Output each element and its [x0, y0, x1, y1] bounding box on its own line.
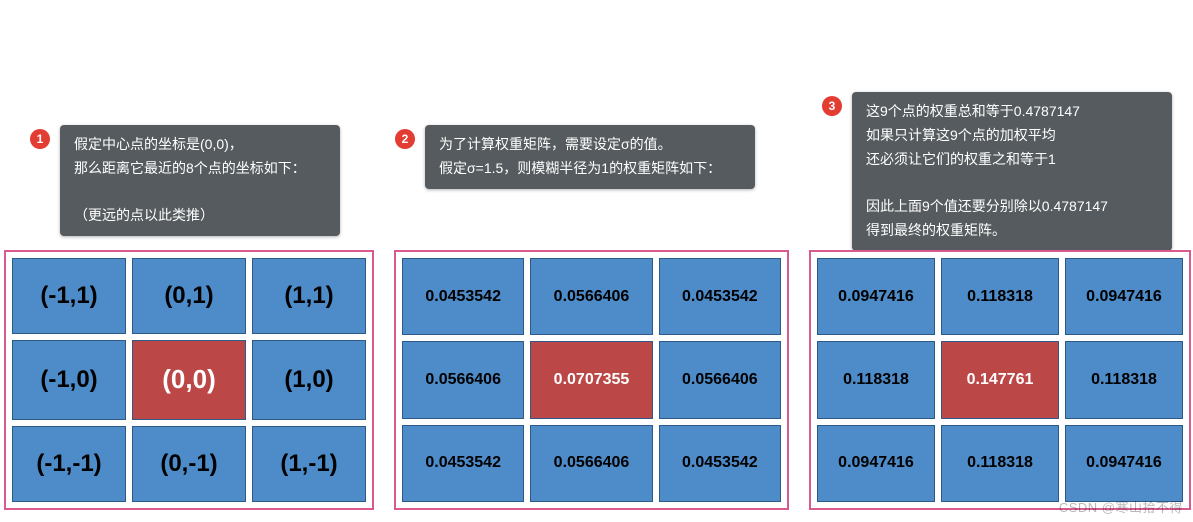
- cell: 0.118318: [817, 341, 935, 418]
- cell: 0.0566406: [530, 258, 652, 335]
- cell: 0.0453542: [659, 425, 781, 502]
- cell: 0.0947416: [817, 425, 935, 502]
- badge-1: 1: [30, 129, 50, 149]
- badge-2: 2: [395, 129, 415, 149]
- grid-weights-normalized: 0.0947416 0.118318 0.0947416 0.118318 0.…: [809, 250, 1191, 510]
- cell: (-1,0): [12, 340, 126, 419]
- cell: 0.0566406: [402, 341, 524, 418]
- cell-center: 0.0707355: [530, 341, 652, 418]
- callout-3: 3 这9个点的权重总和等于0.4787147 如果只计算这9个点的加权平均 还必…: [822, 92, 1172, 251]
- cell: 0.118318: [941, 425, 1059, 502]
- cell: 0.0947416: [1065, 258, 1183, 335]
- cell: 0.0453542: [659, 258, 781, 335]
- cell: (-1,-1): [12, 426, 126, 502]
- cell-center: (0,0): [132, 340, 246, 419]
- callout-row: 1 假定中心点的坐标是(0,0)， 那么距离它最近的8个点的坐标如下： （更远的…: [0, 0, 1193, 240]
- callout-1-text: 假定中心点的坐标是(0,0)， 那么距离它最近的8个点的坐标如下： （更远的点以…: [60, 125, 340, 236]
- watermark: CSDN @寒山拾不得: [1059, 497, 1183, 516]
- cell: 0.0947416: [817, 258, 935, 335]
- cell: 0.118318: [941, 258, 1059, 335]
- cell: 0.0453542: [402, 258, 524, 335]
- callout-1: 1 假定中心点的坐标是(0,0)， 那么距离它最近的8个点的坐标如下： （更远的…: [30, 125, 340, 236]
- cell: 0.0453542: [402, 425, 524, 502]
- cell: 0.0566406: [530, 425, 652, 502]
- cell: 0.118318: [1065, 341, 1183, 418]
- cell: (-1,1): [12, 258, 126, 334]
- grid-coordinates: (-1,1) (0,1) (1,1) (-1,0) (0,0) (1,0) (-…: [4, 250, 374, 510]
- callout-2-text: 为了计算权重矩阵，需要设定σ的值。 假定σ=1.5，则模糊半径为1的权重矩阵如下…: [425, 125, 755, 189]
- callout-3-text: 这9个点的权重总和等于0.4787147 如果只计算这9个点的加权平均 还必须让…: [852, 92, 1172, 251]
- cell: (1,-1): [252, 426, 366, 502]
- grid-weights-raw: 0.0453542 0.0566406 0.0453542 0.0566406 …: [394, 250, 789, 510]
- cell: (0,1): [132, 258, 246, 334]
- cell: (1,1): [252, 258, 366, 334]
- badge-3: 3: [822, 96, 842, 116]
- cell: (0,-1): [132, 426, 246, 502]
- callout-2: 2 为了计算权重矩阵，需要设定σ的值。 假定σ=1.5，则模糊半径为1的权重矩阵…: [395, 125, 755, 189]
- cell-center: 0.147761: [941, 341, 1059, 418]
- cell: 0.0566406: [659, 341, 781, 418]
- cell: (1,0): [252, 340, 366, 419]
- grids-row: (-1,1) (0,1) (1,1) (-1,0) (0,0) (1,0) (-…: [0, 250, 1193, 510]
- cell: 0.0947416: [1065, 425, 1183, 502]
